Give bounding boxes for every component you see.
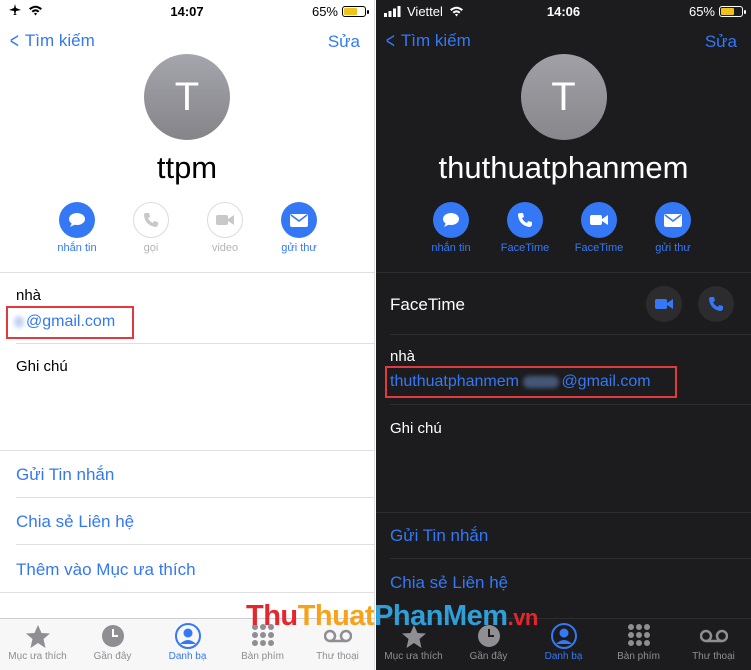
keypad-icon [627,624,650,646]
divider [390,404,751,405]
video-action-button[interactable]: video [190,202,260,254]
clock-icon [101,625,124,647]
avatar: T [520,54,607,140]
notes-label: Ghi chú [390,420,442,437]
contacts-icon [550,623,577,649]
status-bar: 14:07 65% [0,0,374,22]
share-contact-link[interactable]: Chia sẻ Liên hệ [16,512,134,532]
facetime-video-row-button[interactable] [646,286,682,322]
phone-icon [144,213,158,227]
tab-voicemail[interactable]: Thư thoại [676,623,751,662]
facetime-label: FaceTime [390,295,465,314]
battery-icon [342,6,369,17]
video-icon [590,215,608,225]
dark-phone-screen: Viettel 14:06 65% < Tìm kiếm Sửa T thuth… [376,0,751,670]
watermark-logo: ThuThuatPhanMem.vn [246,600,538,632]
chevron-left-icon: < [385,28,395,53]
divider [376,272,751,273]
redacted-blur [523,375,560,388]
divider [16,544,374,545]
facetime-audio-button[interactable]: FaceTime [490,202,560,254]
light-phone-screen: 14:07 65% < Tìm kiếm Sửa T ttpm nhắn tin… [0,0,375,670]
voicemail-icon [699,629,728,643]
edit-button[interactable]: Sửa [328,32,360,52]
contact-name: thuthuatphanmem [438,150,689,185]
email-label: nhà [16,287,42,304]
avatar: T [144,54,230,140]
mail-action-button[interactable]: gửi thư [638,202,708,254]
battery-percent: 65% [688,4,715,19]
message-action-button[interactable]: nhắn tin [42,202,112,254]
add-favorite-link[interactable]: Thêm vào Mục ưa thích [16,560,196,580]
tab-recents[interactable]: Gần đây [75,623,150,662]
email-value[interactable]: thuthuatphanmem @gmail.com [390,373,651,391]
back-button[interactable]: < Tìm kiếm [8,30,95,52]
email-value[interactable]: @gmail.com [14,313,115,331]
video-icon [216,215,234,225]
contacts-icon [174,623,201,649]
phone-icon [518,213,532,227]
divider [376,512,751,513]
contact-name: ttpm [156,150,218,185]
action-row: nhắn tin gọi video gửi thư [0,202,374,262]
send-message-link[interactable]: Gửi Tin nhắn [16,465,114,485]
divider [16,497,374,498]
edit-button[interactable]: Sửa [705,32,737,52]
redacted-blur [14,315,24,328]
battery-percent: 65% [311,4,338,19]
message-icon [69,213,85,227]
divider [0,450,374,451]
divider [390,558,751,559]
divider [390,334,751,335]
share-contact-link[interactable]: Chia sẻ Liên hệ [390,573,508,593]
facetime-video-button[interactable]: FaceTime [564,202,634,254]
tab-favorites[interactable]: Mục ưa thích [0,623,75,662]
call-action-button[interactable]: gọi [116,202,186,254]
mail-action-button[interactable]: gửi thư [264,202,334,254]
divider [16,343,374,344]
video-icon [655,299,673,309]
divider [0,592,374,593]
notes-label: Ghi chú [16,358,68,375]
mail-icon [664,213,682,227]
facetime-audio-row-button[interactable] [698,286,734,322]
tab-keypad[interactable]: Bàn phím [601,623,676,662]
battery-icon [719,6,746,17]
send-message-link[interactable]: Gửi Tin nhắn [390,526,488,546]
message-icon [443,213,459,227]
star-icon [25,624,50,648]
email-label: nhà [390,348,416,365]
action-row: nhắn tin FaceTime FaceTime gửi thư [376,202,751,262]
tab-contacts[interactable]: Danh bạ [150,623,225,662]
status-bar: Viettel 14:06 65% [376,0,751,22]
phone-icon [709,297,723,311]
chevron-left-icon: < [9,28,19,53]
message-action-button[interactable]: nhắn tin [416,202,486,254]
back-button[interactable]: < Tìm kiếm [384,30,471,52]
mail-icon [290,213,308,227]
divider [0,272,374,273]
